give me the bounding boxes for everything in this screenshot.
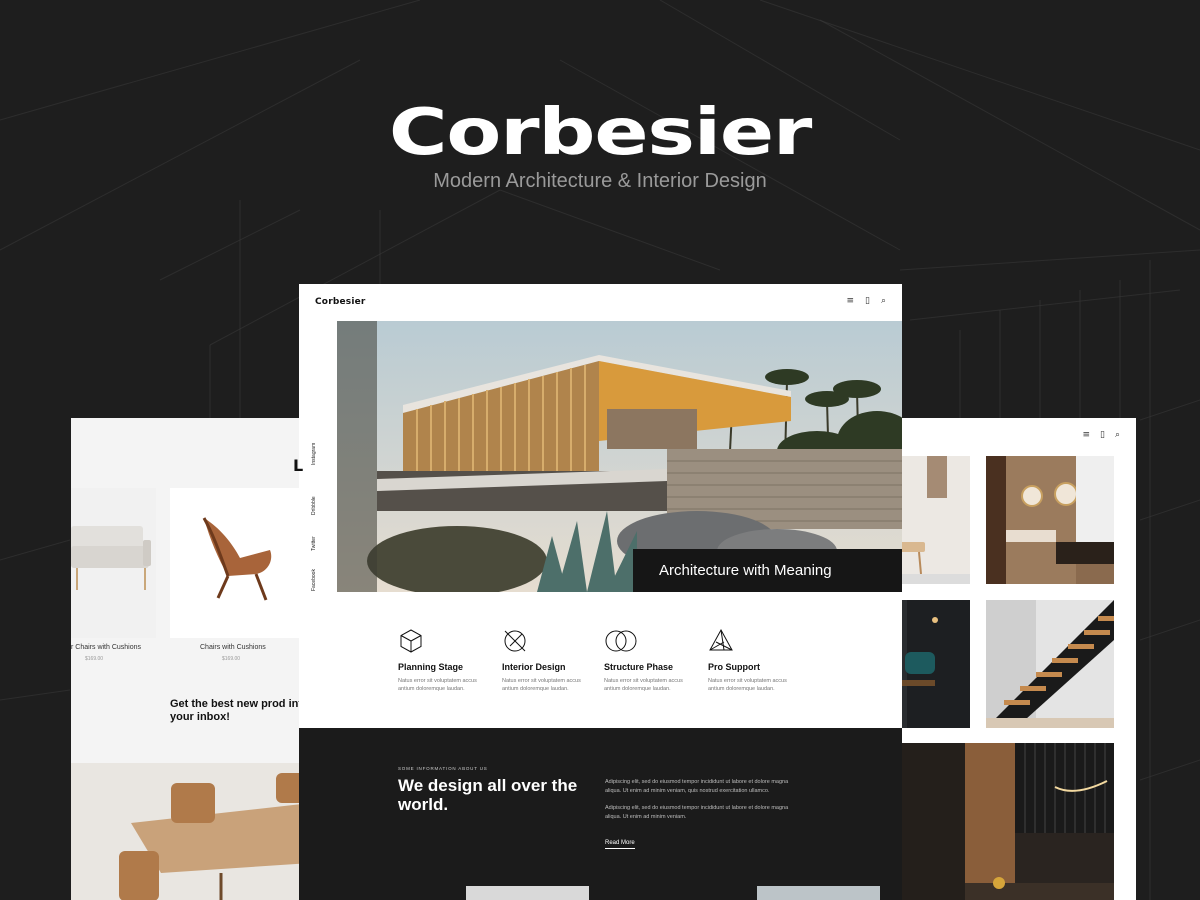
circle-slash-icon (504, 630, 526, 652)
about-paragraph: Adipiscing elit, sed do eiusmod tempor i… (605, 779, 789, 794)
menu-icon[interactable]: ≡ (846, 296, 854, 306)
service-title: Structure Phase (604, 662, 674, 672)
service-structure-phase: Structure Phase Natus error sit voluptat… (604, 628, 704, 693)
rings-icon (605, 630, 637, 652)
bag-icon[interactable]: ▯ (865, 296, 870, 306)
service-title: Interior Design (502, 662, 566, 672)
hero-image: Architecture with Meaning (337, 321, 902, 592)
product-name[interactable]: r Chairs with Cushions (71, 644, 141, 651)
homepage-preview-panel: Corbesier ≡ ▯ ⌕ Instagram Dribbble Twitt… (299, 284, 902, 900)
shop-preview-panel: r Chairs with Cushions $169.00 Chairs wi… (71, 418, 311, 900)
service-planning-stage: Planning Stage Natus error sit voluptate… (398, 628, 498, 693)
social-link-facebook[interactable]: Facebook (311, 569, 317, 591)
social-link-dribbble[interactable]: Dribbble (311, 496, 317, 515)
gallery-image-kitchen[interactable] (895, 743, 1114, 900)
service-text: Natus error sit voluptatem accus antium … (604, 678, 683, 692)
social-link-instagram[interactable]: Instagram (311, 443, 317, 465)
brand-tagline: Modern Architecture & Interior Design (433, 170, 767, 192)
brand-title: Corbesier (388, 96, 812, 170)
about-eyebrow: SOME INFORMATION ABOUT US (398, 766, 488, 771)
newsletter-heading: Get the best new prod into your inbox! (170, 698, 309, 723)
about-headline: We design all over the world. (398, 776, 578, 814)
about-paragraph: Adipiscing elit, sed do eiusmod tempor i… (605, 805, 789, 820)
site-logo[interactable]: Corbesier (315, 297, 366, 307)
bag-icon[interactable]: ▯ (1100, 430, 1105, 440)
sofa-image (71, 526, 151, 590)
service-title: Planning Stage (398, 662, 464, 672)
product-price: $169.00 (85, 656, 104, 662)
search-icon[interactable]: ⌕ (1115, 430, 1120, 440)
menu-icon[interactable]: ≡ (1082, 430, 1090, 440)
dining-room-image (71, 763, 311, 900)
social-links: Instagram Dribbble Twitter Facebook (311, 429, 323, 591)
product-card-chair[interactable] (170, 488, 300, 638)
social-link-twitter[interactable]: Twitter (311, 536, 317, 551)
shop-heading-fragment-visible: L (293, 456, 304, 475)
search-icon[interactable]: ⌕ (881, 296, 886, 306)
read-more-link[interactable]: Read More (605, 840, 635, 849)
service-pro-support: Pro Support Natus error sit voluptatem a… (708, 628, 808, 693)
product-card-sofa[interactable] (71, 488, 156, 638)
project-thumbnail[interactable] (757, 886, 880, 900)
service-title: Pro Support (708, 662, 760, 672)
about-section: SOME INFORMATION ABOUT US We design all … (299, 728, 902, 900)
hexagon-cube-icon (400, 629, 422, 653)
hero-caption: Architecture with Meaning (633, 549, 902, 592)
service-text: Natus error sit voluptatem accus antium … (502, 678, 581, 692)
lounge-chair-image (202, 517, 272, 601)
gallery-image-staircase[interactable] (986, 600, 1114, 728)
project-thumbnail[interactable] (466, 886, 589, 900)
service-text: Natus error sit voluptatem accus antium … (398, 678, 477, 692)
gallery-image-bathroom[interactable] (986, 456, 1114, 584)
gallery-preview-panel: ≡ ▯ ⌕ (895, 418, 1136, 900)
gallery-image-chair-room[interactable] (895, 456, 970, 584)
service-text: Natus error sit voluptatem accus antium … (708, 678, 787, 692)
product-name[interactable]: Chairs with Cushions (200, 644, 266, 651)
prism-icon (709, 628, 733, 651)
service-interior-design: Interior Design Natus error sit voluptat… (502, 628, 602, 693)
right-panel-nav: ≡ ▯ ⌕ (1082, 430, 1120, 440)
product-price: $169.00 (222, 656, 241, 662)
gallery-image-dark-interior[interactable] (895, 600, 970, 728)
main-panel-nav: ≡ ▯ ⌕ (846, 296, 886, 306)
